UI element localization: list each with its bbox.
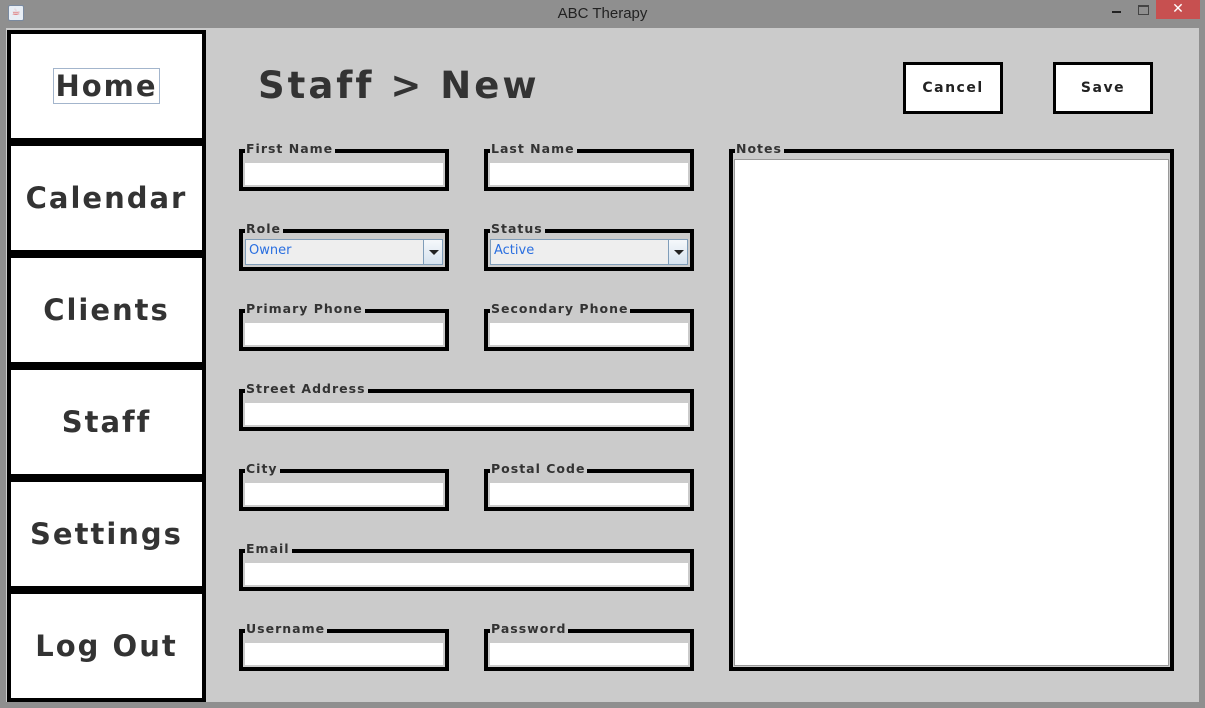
secondary-phone-group: Secondary Phone (484, 302, 694, 351)
page-title: Staff > New (258, 64, 540, 107)
postal-code-group: Postal Code (484, 462, 694, 511)
notes-label: Notes (735, 141, 784, 156)
save-button[interactable]: Save (1053, 62, 1153, 114)
email-group: Email (239, 542, 694, 591)
city-group: City (239, 462, 449, 511)
username-group: Username (239, 622, 449, 671)
sidebar-item-log-out[interactable]: Log Out (7, 590, 206, 702)
street-address-group: Street Address (239, 382, 694, 431)
secondary-phone-label: Secondary Phone (490, 301, 631, 316)
status-group: Status Active (484, 222, 694, 271)
minimize-button[interactable] (1104, 0, 1130, 19)
first-name-field[interactable] (243, 159, 445, 187)
secondary-phone-field[interactable] (488, 319, 690, 347)
primary-phone-label: Primary Phone (245, 301, 365, 316)
city-field[interactable] (243, 479, 445, 507)
last-name-field[interactable] (488, 159, 690, 187)
status-value: Active (494, 243, 535, 258)
notes-textarea[interactable] (734, 159, 1169, 666)
sidebar-item-label: Log Out (35, 629, 178, 663)
username-field[interactable] (243, 639, 445, 667)
chevron-down-icon[interactable] (668, 240, 687, 264)
username-label: Username (245, 621, 328, 636)
password-group: Password (484, 622, 694, 671)
email-field[interactable] (243, 559, 690, 587)
role-select[interactable]: Owner (245, 239, 443, 265)
last-name-label: Last Name (490, 141, 577, 156)
primary-phone-group: Primary Phone (239, 302, 449, 351)
window-title: ABC Therapy (557, 5, 648, 22)
last-name-group: Last Name (484, 142, 694, 191)
role-group: Role Owner (239, 222, 449, 271)
status-select[interactable]: Active (490, 239, 688, 265)
city-label: City (245, 461, 280, 476)
postal-code-field[interactable] (488, 479, 690, 507)
street-address-label: Street Address (245, 381, 368, 396)
email-label: Email (245, 541, 292, 556)
title-bar: ☕ ABC Therapy ✕ (0, 0, 1205, 28)
sidebar-item-calendar[interactable]: Calendar (7, 142, 206, 254)
sidebar-item-label: Clients (43, 293, 170, 327)
sidebar-item-home[interactable]: Home (7, 30, 206, 142)
sidebar-item-staff[interactable]: Staff (7, 366, 206, 478)
password-label: Password (490, 621, 569, 636)
maximize-button[interactable] (1132, 0, 1154, 19)
primary-phone-field[interactable] (243, 319, 445, 347)
first-name-group: First Name (239, 142, 449, 191)
first-name-label: First Name (245, 141, 336, 156)
close-button[interactable]: ✕ (1156, 0, 1200, 19)
chevron-down-icon[interactable] (423, 240, 442, 264)
role-label: Role (245, 221, 283, 236)
role-value: Owner (249, 243, 292, 258)
status-label: Status (490, 221, 545, 236)
notes-group: Notes (729, 142, 1174, 671)
sidebar-item-label: Settings (30, 517, 183, 551)
sidebar-item-label: Calendar (25, 181, 188, 215)
sidebar-item-clients[interactable]: Clients (7, 254, 206, 366)
cancel-button[interactable]: Cancel (903, 62, 1003, 114)
sidebar-item-label: Home (53, 68, 160, 104)
street-address-field[interactable] (243, 399, 690, 427)
sidebar-item-label: Staff (61, 405, 152, 439)
sidebar-item-settings[interactable]: Settings (7, 478, 206, 590)
password-field[interactable] (488, 639, 690, 667)
postal-code-label: Postal Code (490, 461, 588, 476)
